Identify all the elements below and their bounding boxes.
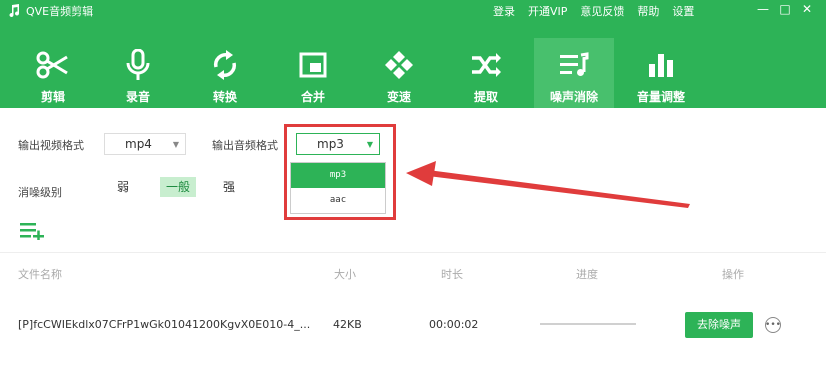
column-header-duration: 时长 <box>441 268 463 281</box>
file-duration-cell: 00:00:02 <box>429 318 479 331</box>
file-name-cell: [P]fcCWIEkdlx07CFrP1wGk01041200KgvX0E010… <box>18 318 311 331</box>
column-header-progress: 进度 <box>576 268 598 281</box>
progress-bar <box>540 323 636 325</box>
column-header-size: 大小 <box>334 268 356 281</box>
file-size-cell: 42KB <box>333 318 362 331</box>
remove-noise-button[interactable]: 去除噪声 <box>685 312 753 338</box>
column-header-name: 文件名称 <box>18 268 62 281</box>
table-divider <box>0 252 826 253</box>
more-options-icon[interactable]: ••• <box>765 317 781 333</box>
add-file-icon[interactable] <box>18 220 46 240</box>
column-header-action: 操作 <box>722 268 744 281</box>
